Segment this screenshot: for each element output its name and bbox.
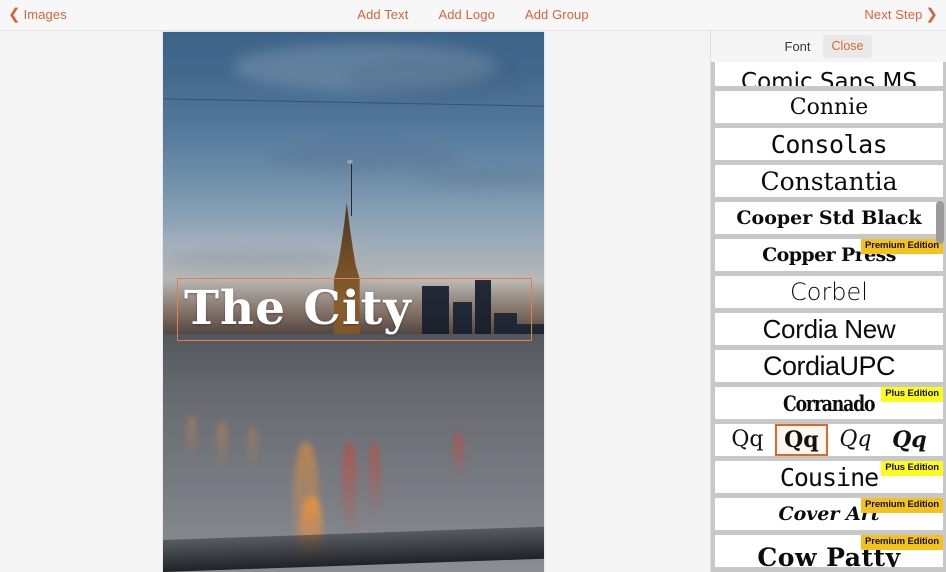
- light-reflection: [246, 426, 259, 470]
- cloud: [345, 59, 522, 97]
- font-style-variant-row[interactable]: Qq Qq Qq Qq: [715, 424, 943, 456]
- font-item-name: Connie: [789, 94, 869, 120]
- font-variant-italic[interactable]: Qq: [830, 424, 880, 456]
- font-item[interactable]: Consolas: [715, 128, 943, 160]
- font-item[interactable]: Cousine Plus Edition: [715, 461, 943, 493]
- font-item[interactable]: Corbel: [715, 276, 943, 308]
- font-item-name: Comic Sans MS: [741, 69, 917, 86]
- font-panel-title: Font: [784, 39, 811, 54]
- cloud: [414, 167, 544, 189]
- font-item-name: Constantia: [760, 166, 898, 196]
- font-variant-bold[interactable]: Qq: [775, 424, 828, 456]
- add-logo-button[interactable]: Add Logo: [438, 7, 494, 22]
- tower-spire: [350, 161, 353, 216]
- font-panel: Font Close Comic Sans MS Connie Consolas Co…: [710, 31, 946, 572]
- close-button[interactable]: Close: [822, 35, 873, 58]
- font-panel-header: Font Close: [711, 31, 946, 62]
- font-item[interactable]: Connie: [715, 91, 943, 123]
- edition-badge: Premium Edition: [861, 239, 943, 254]
- light-reflection: [368, 442, 381, 518]
- edition-badge: Premium Edition: [861, 535, 943, 550]
- add-group-button[interactable]: Add Group: [525, 7, 589, 22]
- text-object-the-city[interactable]: The City: [177, 278, 532, 341]
- app-root: ❮ Images Add Text Add Logo Add Group Nex…: [0, 0, 946, 572]
- light-reflection: [216, 420, 228, 470]
- font-variant-bold-italic[interactable]: Qq: [883, 424, 936, 456]
- next-step-label: Next Step: [864, 7, 923, 22]
- edition-badge: Premium Edition: [861, 498, 943, 513]
- font-item[interactable]: Comic Sans MS: [715, 62, 943, 86]
- light-reflection: [452, 431, 464, 481]
- font-variant-regular[interactable]: Qq: [722, 424, 772, 456]
- font-item-name: Consolas: [770, 129, 888, 159]
- font-item[interactable]: Constantia: [715, 165, 943, 197]
- font-list-scrollbar-track[interactable]: [936, 62, 945, 572]
- toolbar-actions: Add Text Add Logo Add Group: [0, 7, 946, 22]
- editor-stage[interactable]: The City: [0, 31, 710, 572]
- font-item-name: Cordia New: [762, 313, 896, 344]
- font-item-name: Cooper Std Black: [736, 207, 922, 229]
- edition-badge: Plus Edition: [881, 461, 943, 476]
- font-item-name: Corbel: [790, 278, 868, 306]
- light-reflection: [342, 442, 358, 540]
- light-reflection: [185, 415, 198, 459]
- font-item-name: Cousine: [779, 462, 879, 492]
- cloud: [170, 248, 339, 267]
- font-item-name: CordiaUPC: [762, 350, 896, 381]
- font-item[interactable]: Cooper Std Black: [715, 202, 943, 234]
- edition-badge: Plus Edition: [881, 387, 943, 402]
- font-item[interactable]: Cordia New: [715, 313, 943, 345]
- font-item[interactable]: CordiaUPC: [715, 350, 943, 382]
- font-item[interactable]: Copper Press Premium Edition: [715, 239, 943, 271]
- next-step-button[interactable]: Next Step ❯: [864, 5, 938, 23]
- font-item[interactable]: Cow Patty Premium Edition: [715, 535, 943, 567]
- font-list[interactable]: Comic Sans MS Connie Consolas Constantia Coo…: [711, 62, 946, 572]
- font-item-name: Corranado: [783, 390, 876, 416]
- text-object-label: The City: [184, 281, 412, 336]
- chevron-right-icon: ❯: [925, 5, 938, 23]
- add-text-button[interactable]: Add Text: [357, 7, 408, 22]
- font-list-scrollbar-thumb[interactable]: [936, 201, 944, 244]
- font-item[interactable]: Corranado Plus Edition: [715, 387, 943, 419]
- top-toolbar: ❮ Images Add Text Add Logo Add Group Nex…: [0, 0, 946, 31]
- canvas-image[interactable]: The City: [163, 32, 544, 572]
- font-item[interactable]: Cover Art Premium Edition: [715, 498, 943, 530]
